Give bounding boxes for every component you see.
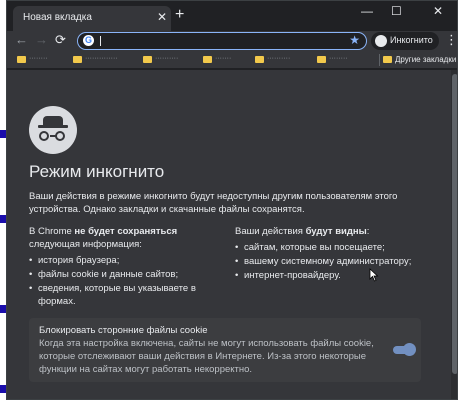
heading-suffix: следующая информация: xyxy=(29,239,142,250)
bookmark-label: ········ xyxy=(329,55,348,62)
heading-prefix: Ваши действия xyxy=(235,226,306,237)
folder-icon xyxy=(383,56,392,63)
heading-suffix: : xyxy=(366,226,370,237)
cookie-title: Блокировать сторонние файлы cookie xyxy=(39,325,208,336)
heading-bold: будут видны xyxy=(305,226,367,237)
incognito-logo-icon xyxy=(29,106,77,154)
list-item: история браузера; xyxy=(29,254,219,267)
glasses-icon-part xyxy=(50,135,56,137)
list-item: сайтам, которые вы посещаете; xyxy=(235,241,435,254)
folder-icon xyxy=(17,56,26,63)
visible-to-heading: Ваши действия будут видны: xyxy=(235,225,435,238)
glasses-icon-part xyxy=(55,131,65,141)
incognito-profile-button[interactable]: Инкогнито xyxy=(371,32,439,50)
folder-icon xyxy=(203,56,212,63)
bookmark-label: ·········· xyxy=(155,55,179,62)
bookmark-star-icon[interactable]: ★ xyxy=(349,33,360,47)
not-saved-heading: В Chrome не будет сохраняться следующая … xyxy=(29,225,219,251)
tab-title: Новая вкладка xyxy=(23,12,92,23)
bookmark-label: ······· xyxy=(215,55,232,62)
list-item: интернет-провайдеру. xyxy=(235,269,435,282)
scrollbar-thumb[interactable] xyxy=(452,74,457,374)
toolbar: ← → ⟳ G ★ Инкогнито ⋮ xyxy=(7,31,457,51)
list-item: файлы cookie и данные сайтов; xyxy=(29,268,219,281)
omnibox[interactable]: G ★ xyxy=(77,32,367,50)
forward-button[interactable]: → xyxy=(35,32,48,48)
folder-icon xyxy=(255,56,264,63)
cookie-block-card: Блокировать сторонние файлы cookie Когда… xyxy=(29,318,421,382)
cookie-description: Когда эта настройка включена, сайты не м… xyxy=(39,338,374,375)
google-icon: G xyxy=(83,35,94,46)
incognito-label: Инкогнито xyxy=(390,35,433,45)
folder-icon xyxy=(317,56,326,63)
bookmarks-bar: ········ ·············· ·········· ·····… xyxy=(7,51,457,69)
not-saved-section: В Chrome не будет сохраняться следующая … xyxy=(29,225,219,309)
bookmark-label: ········ xyxy=(29,55,48,62)
toggle-knob xyxy=(403,343,416,356)
bookmarks-separator xyxy=(379,54,380,66)
cookie-toggle[interactable] xyxy=(393,343,416,356)
tab-close-icon[interactable]: ✕ xyxy=(157,10,167,24)
tab-new-tab[interactable]: Новая вкладка ✕ xyxy=(13,6,171,31)
browser-window: Новая вкладка ✕ + — ☐ ✕ ← → ⟳ G ★ Инкогн… xyxy=(6,0,458,400)
reload-button[interactable]: ⟳ xyxy=(55,32,66,48)
list-item: вашему системному администратору; xyxy=(235,255,435,268)
tab-strip: Новая вкладка ✕ + — ☐ ✕ xyxy=(7,1,457,31)
mouse-cursor-icon xyxy=(369,268,379,282)
other-bookmarks-label: Другие закладки xyxy=(395,55,457,64)
incognito-icon xyxy=(375,35,387,47)
bookmark-label: ·············· xyxy=(85,55,118,62)
hat-icon-part xyxy=(38,125,68,128)
heading-prefix: В Chrome xyxy=(29,226,75,237)
heading-bold: не будет сохраняться xyxy=(74,226,178,237)
lead-paragraph: Ваши действия в режиме инкогнито будут н… xyxy=(29,191,398,215)
new-tab-button[interactable]: + xyxy=(175,7,184,23)
text-caret xyxy=(100,36,101,46)
list-item: сведения, которые вы указываете в формах… xyxy=(29,282,219,308)
minimize-icon[interactable]: — xyxy=(361,4,373,18)
folder-icon xyxy=(143,56,152,63)
back-button[interactable]: ← xyxy=(15,32,28,48)
glasses-icon-part xyxy=(39,131,49,141)
visible-to-section: Ваши действия будут видны: сайтам, котор… xyxy=(235,225,435,283)
incognito-page: Режим инкогнито Ваши действия в режиме и… xyxy=(7,70,457,399)
bookmark-label: ·········· xyxy=(267,55,291,62)
folder-icon xyxy=(73,56,82,63)
page-title: Режим инкогнито xyxy=(29,162,165,181)
scrollbar[interactable] xyxy=(451,70,457,399)
close-window-icon[interactable]: ✕ xyxy=(433,4,443,18)
menu-icon[interactable]: ⋮ xyxy=(445,32,457,48)
maximize-icon[interactable]: ☐ xyxy=(391,4,402,18)
